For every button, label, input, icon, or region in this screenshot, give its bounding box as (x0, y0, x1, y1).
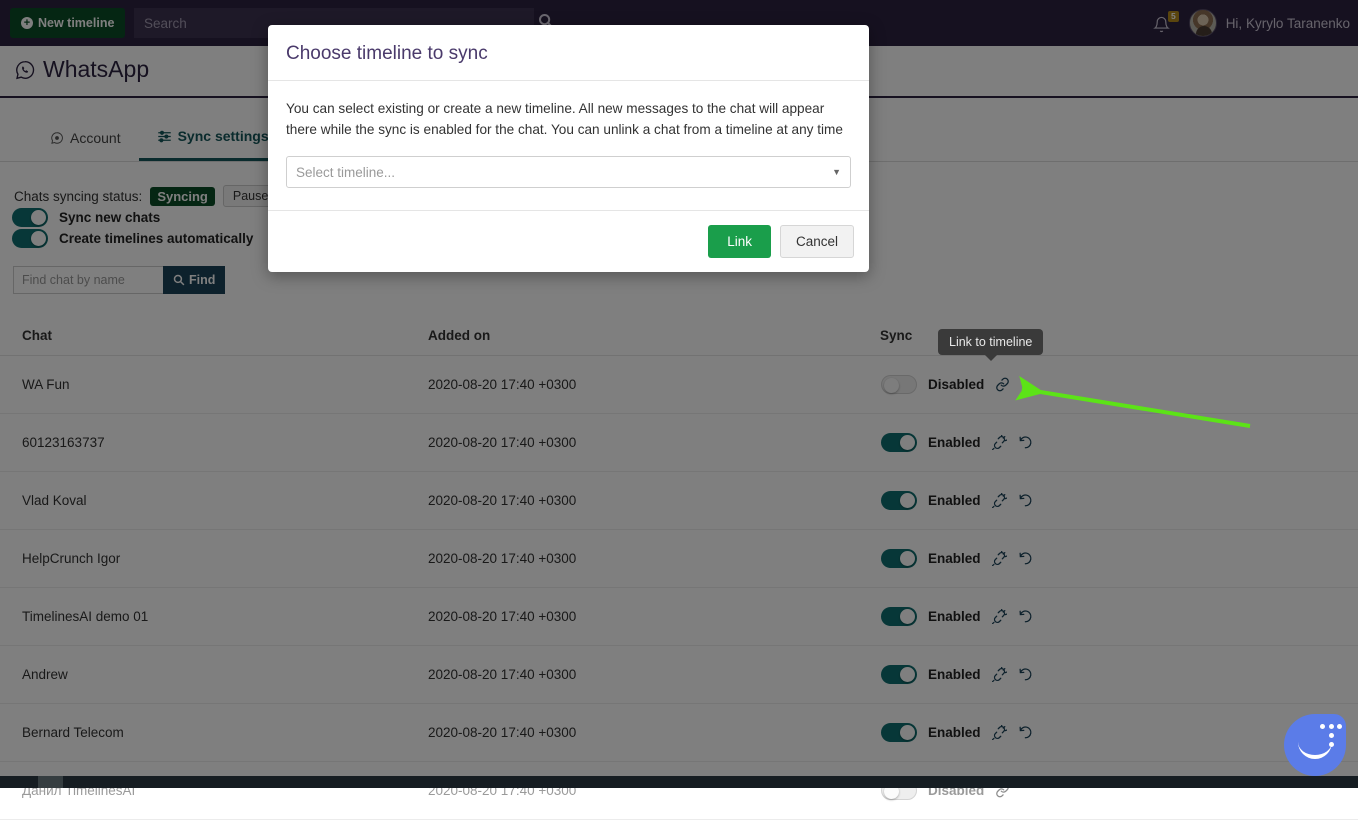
link-button[interactable]: Link (708, 225, 771, 258)
modal-body: You can select existing or create a new … (268, 81, 869, 211)
modal-footer: Link Cancel (268, 211, 869, 272)
tooltip-link-to-timeline: Link to timeline (938, 329, 1043, 355)
intercom-dot-icon (1329, 724, 1334, 729)
modal-header: Choose timeline to sync (268, 25, 869, 81)
modal-title: Choose timeline to sync (286, 43, 851, 65)
cancel-button[interactable]: Cancel (780, 225, 854, 258)
intercom-dot-icon (1320, 724, 1325, 729)
chevron-down-icon: ▼ (832, 167, 841, 177)
intercom-dot-icon (1337, 724, 1342, 729)
choose-timeline-modal: Choose timeline to sync You can select e… (268, 25, 869, 272)
intercom-smile-icon (1298, 742, 1332, 759)
timeline-select-value: Select timeline... (296, 165, 395, 180)
timeline-select[interactable]: Select timeline... ▼ (286, 156, 851, 188)
modal-description: You can select existing or create a new … (286, 99, 851, 140)
intercom-chat-button[interactable] (1284, 714, 1346, 776)
intercom-dot-icon (1329, 733, 1334, 738)
